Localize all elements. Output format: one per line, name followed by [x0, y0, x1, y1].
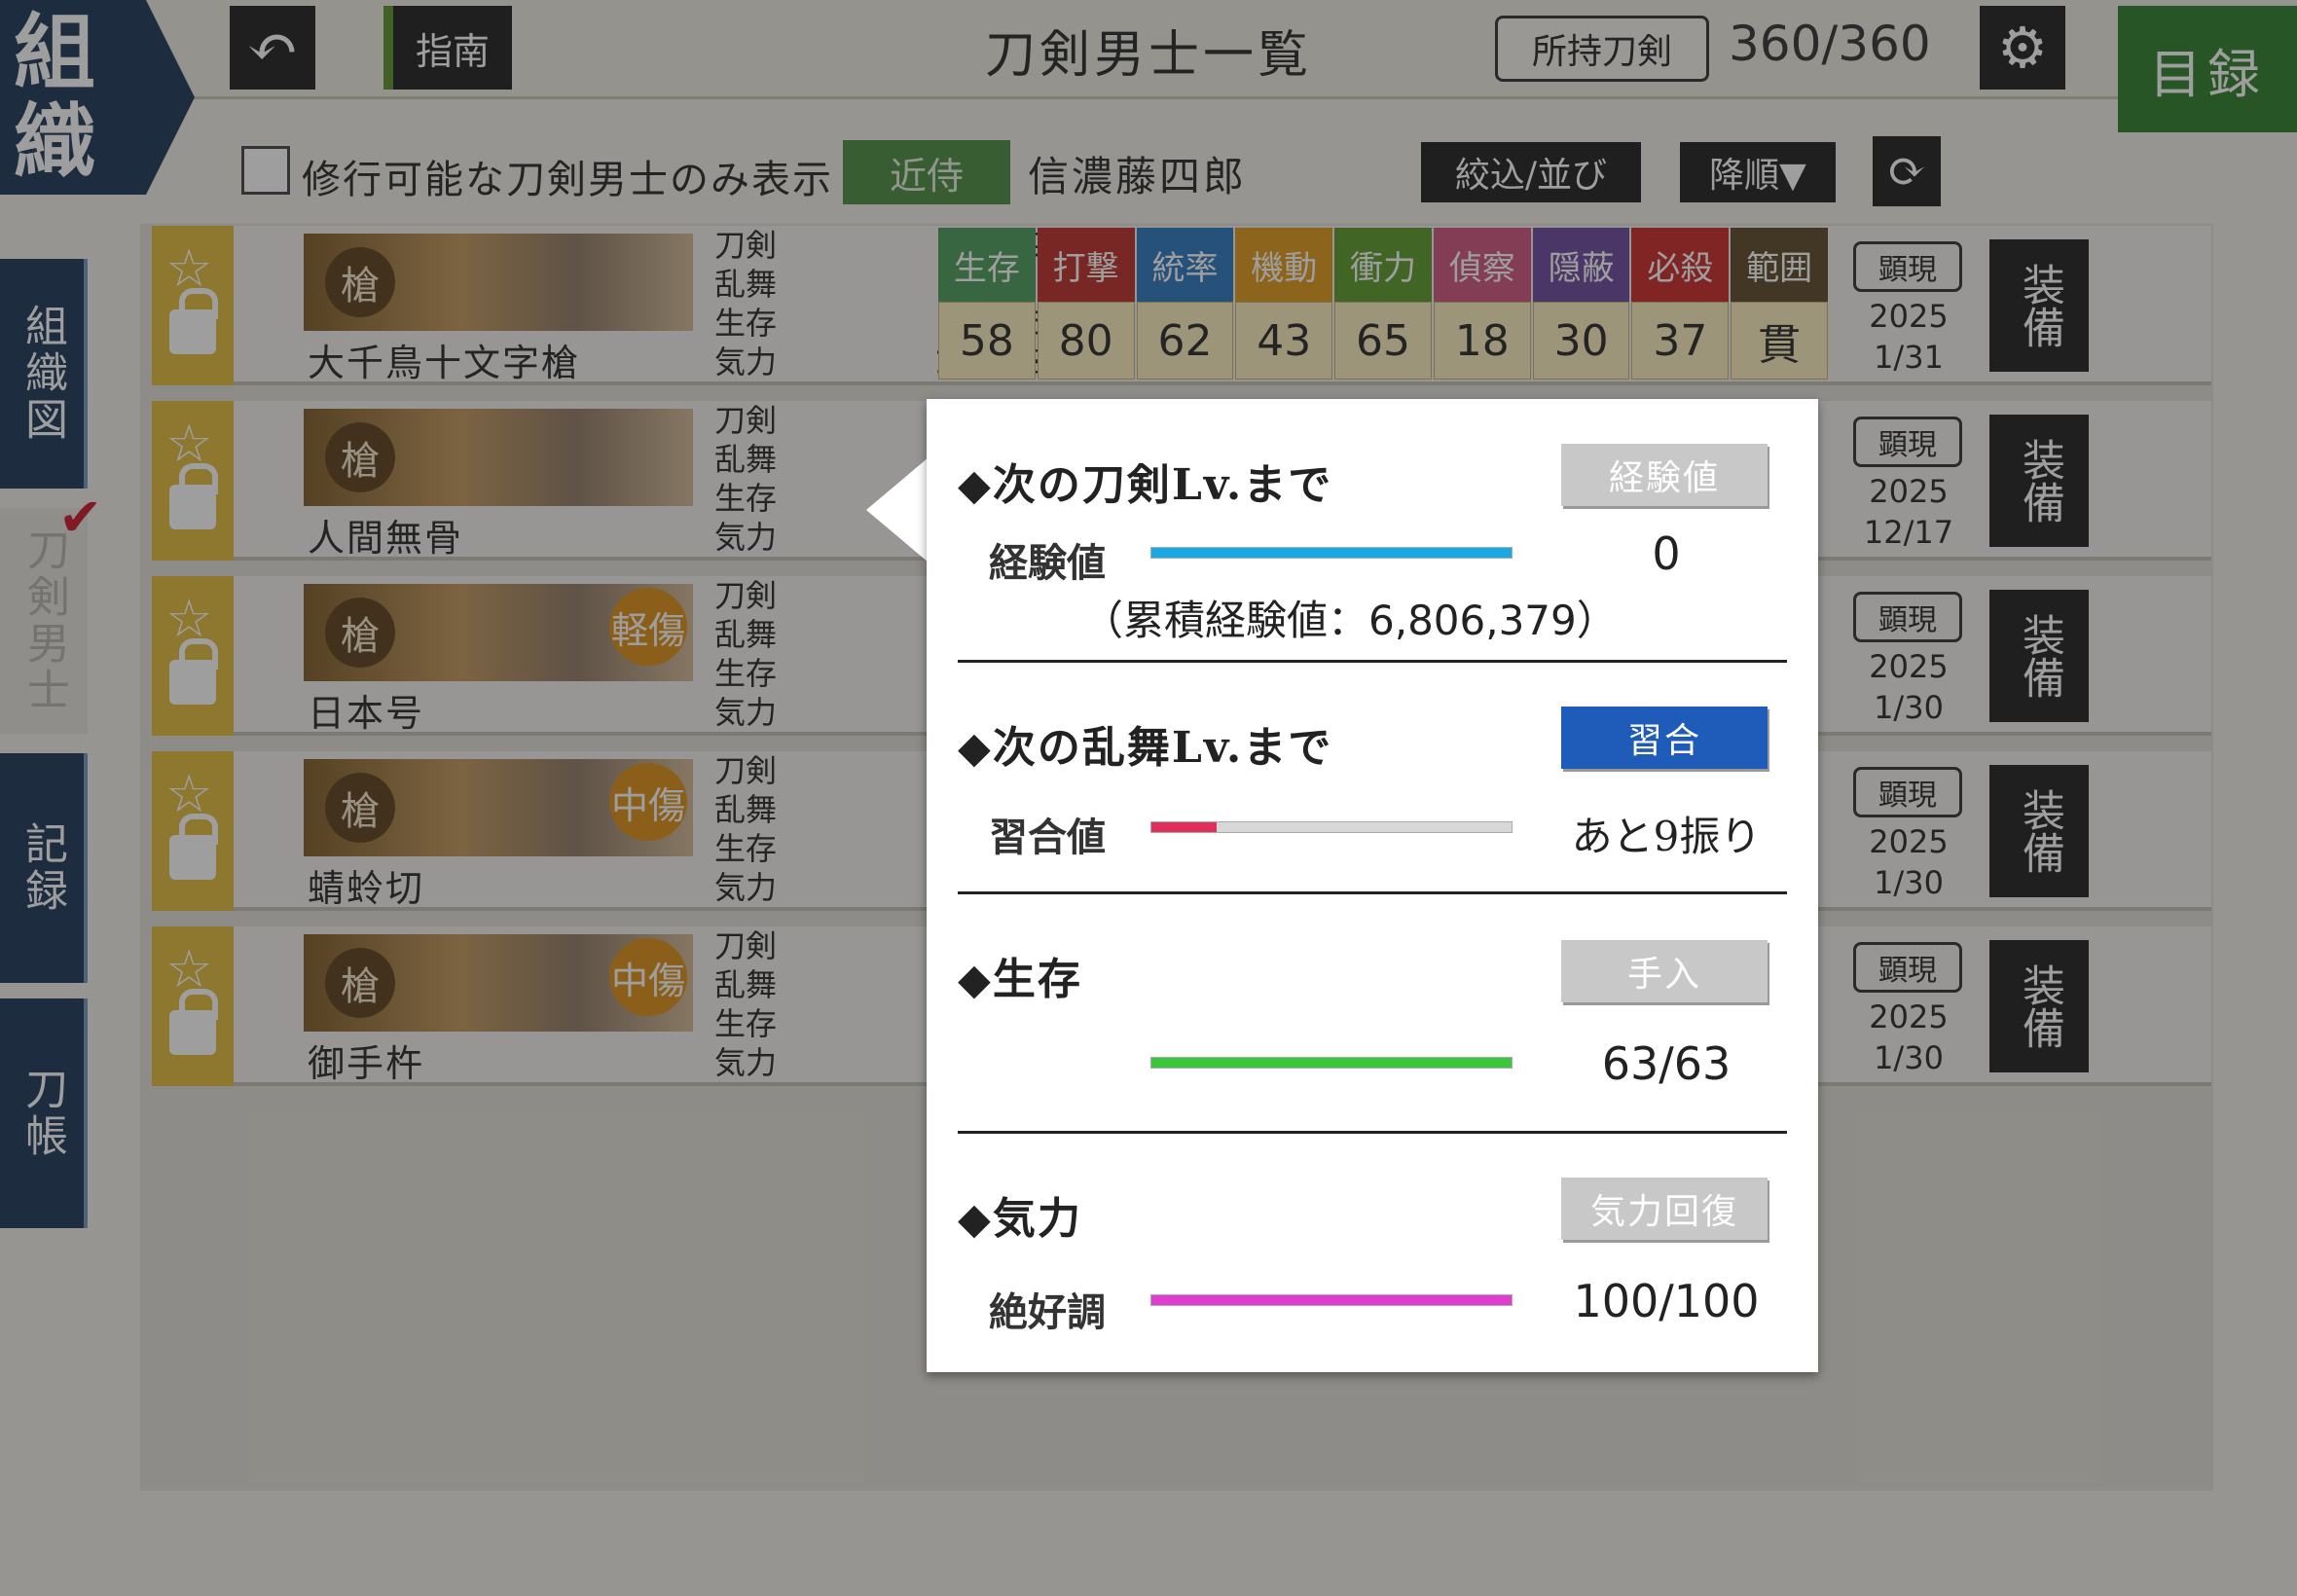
morale-value: 100/100 [1573, 1275, 1760, 1327]
exp-label: 経験値 [989, 540, 1106, 586]
morale-label: 絶好調 [989, 1289, 1106, 1335]
merge-label: 習合値 [989, 815, 1106, 860]
status-popup: ◆次の刀剣Lv.まで 経験値 経験値 0 （累積経験値：6,806,379） ◆… [927, 399, 1818, 1372]
hp-bar [1150, 1057, 1513, 1069]
divider [958, 891, 1787, 894]
exp-bar [1150, 547, 1513, 559]
exp-value: 0 [1652, 527, 1681, 580]
popup-pointer [866, 457, 929, 562]
next-sword-level-title: ◆次の刀剣Lv.まで [958, 460, 1333, 510]
divider [958, 1131, 1787, 1134]
morale-bar-fill [1151, 1295, 1512, 1305]
merge-value: あと9振り [1571, 813, 1762, 860]
hp-bar-fill [1151, 1058, 1512, 1068]
morale-title: ◆気力 [958, 1194, 1082, 1244]
merge-bar-fill [1151, 822, 1217, 832]
hp-title: ◆生存 [958, 955, 1082, 1004]
merge-bar [1150, 821, 1513, 833]
merge-button[interactable]: 習合 [1561, 707, 1768, 769]
exp-button[interactable]: 経験値 [1561, 444, 1768, 506]
repair-button[interactable]: 手入 [1561, 940, 1768, 1002]
morale-recover-button[interactable]: 気力回復 [1561, 1178, 1768, 1240]
morale-bar [1150, 1294, 1513, 1306]
next-ranbu-level-title: ◆次の乱舞Lv.まで [958, 723, 1333, 773]
divider [958, 660, 1787, 663]
cumulative-exp: （累積経験値：6,806,379） [1082, 597, 1618, 644]
hp-value: 63/63 [1601, 1037, 1732, 1090]
